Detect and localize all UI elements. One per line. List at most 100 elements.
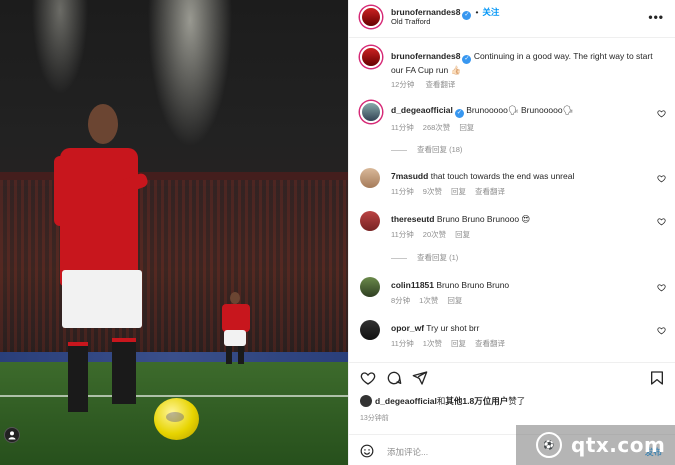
share-icon[interactable] [412,370,428,386]
view-replies-label: 查看回复 (18) [417,145,463,154]
heart-icon[interactable] [657,109,666,118]
commenter-avatar[interactable] [360,211,380,231]
commenter-username[interactable]: thereseutd [391,214,434,224]
comment-text: Bruno Bruno Brunooo 😍 [436,214,531,224]
see-translation-link[interactable]: 查看翻译 [425,80,455,89]
reply-button[interactable]: 回复 [447,296,462,305]
likes-suffix: 赞了 [508,396,526,406]
comment-likes[interactable]: 1次赞 [423,339,442,348]
commenter-avatar[interactable] [360,168,380,188]
see-translation-link[interactable]: 查看翻译 [475,187,505,196]
comment-likes[interactable]: 268次赞 [423,123,451,132]
heart-icon[interactable] [360,370,376,386]
view-replies-label: 查看回复 (1) [417,253,459,262]
separator-dot: • [475,7,479,17]
verified-icon: ✓ [454,109,464,118]
likes-others[interactable]: 其他1.8万位用户 [445,396,508,406]
comment-text-row: 7masudd that touch towards the end was u… [391,170,648,182]
liker-username[interactable]: d_degeaofficial [375,396,437,406]
liker-avatar [360,395,372,407]
comment-icon[interactable] [386,370,402,386]
comment-likes[interactable]: 9次赞 [423,187,442,196]
likes-summary[interactable]: d_degeaofficial和其他1.8万位用户赞了 [360,395,525,407]
caption-meta: 12分钟 查看翻译 [391,79,464,90]
caption-avatar[interactable] [360,46,382,68]
commenter-avatar[interactable] [360,277,380,297]
follow-button[interactable]: 关注 [482,7,499,17]
user-tag-icon[interactable] [4,427,20,443]
site-watermark: ⚽ qtx.com [516,425,675,465]
author-avatar[interactable] [360,6,382,28]
pitch-line [0,395,348,397]
comment-time: 8分钟 [391,296,411,305]
commenter-avatar[interactable] [360,320,380,340]
verified-icon: ✓ [462,55,472,64]
post-timestamp: 13分钟前 [360,415,389,422]
more-options-icon[interactable]: ••• [648,10,664,24]
post-sidebar: brunofernandes8 ✓ • 关注 Old Trafford ••• bru… [348,0,675,465]
heart-icon[interactable] [657,326,666,335]
verified-icon: ✓ [462,11,472,20]
comment-time: 11分钟 [391,187,414,196]
comment-time: 11分钟 [391,339,414,348]
football [154,398,199,440]
heart-icon[interactable] [657,217,666,226]
bg-player-shirt [222,304,250,332]
caption-username[interactable]: brunofernandes8 [391,51,460,61]
watermark-logo-icon: ⚽ [536,432,562,458]
commenter-username[interactable]: colin11851 [391,280,434,290]
reply-button[interactable]: 回复 [451,187,466,196]
comment-text-row: opor_wf Try ur shot brr [391,322,648,334]
comment-text-row: colin11851 Bruno Bruno Bruno [391,279,648,291]
post-header: brunofernandes8 ✓ • 关注 Old Trafford ••• [349,0,675,38]
action-bar [349,362,675,392]
bookmark-icon[interactable] [649,370,665,386]
commenter-username[interactable]: opor_wf [391,323,424,333]
author-username[interactable]: brunofernandes8 [391,7,460,17]
player-right-sock [112,338,136,404]
comment-meta: 11分钟 1次赞 回复 查看翻译 [391,338,514,349]
comment-input[interactable]: 添加评论... [387,446,428,458]
player-shirt [60,148,138,286]
comment-meta: 11分钟 20次赞 回复 [391,229,479,240]
see-translation-link[interactable]: 查看翻译 [475,339,505,348]
watermark-text: qtx.com [571,433,666,457]
caption-time: 12分钟 [391,80,415,89]
view-replies-button[interactable]: 查看回复 (1) [391,252,458,263]
comment-text-row: thereseutd Bruno Bruno Brunooo 😍 [391,213,648,225]
reply-button[interactable]: 回复 [455,230,470,239]
caption-text-row: brunofernandes8 ✓ Continuing in a good wa… [391,50,662,76]
emoji-icon[interactable] [360,444,374,458]
player-shorts [62,270,142,328]
reply-button[interactable]: 回复 [451,339,466,348]
comment-text: Brunooooo🗣 Brunooooo🗣 [466,105,574,115]
comment-likes[interactable]: 20次赞 [423,230,446,239]
bg-player-sock-left [226,346,232,364]
heart-icon[interactable] [657,174,666,183]
player-left-arm [54,156,68,226]
comment-meta: 8分钟 1次赞 回复 [391,295,471,306]
commenter-username[interactable]: 7masudd [391,171,428,181]
comment-meta: 11分钟 268次赞 回复 [391,122,483,133]
crowd [0,180,348,360]
location-link[interactable]: Old Trafford [391,17,430,26]
advertising-board [0,352,348,362]
comment-text: Try ur shot brr [426,323,480,333]
comment-time: 11分钟 [391,230,414,239]
bg-player-head [230,292,240,304]
reply-button[interactable]: 回复 [459,123,474,132]
post-photo[interactable] [0,0,348,465]
player-head [88,104,118,144]
comment-text: that touch towards the end was unreal [430,171,575,181]
bg-player-shorts [224,330,246,346]
bg-player-sock-right [238,346,244,364]
heart-icon[interactable] [657,283,666,292]
commenter-username[interactable]: d_degeaofficial [391,105,453,115]
commenter-avatar[interactable] [360,101,382,123]
player-left-sock [68,342,88,412]
replies-rule [391,149,407,151]
comment-meta: 11分钟 9次赞 回复 查看翻译 [391,186,514,197]
view-replies-button[interactable]: 查看回复 (18) [391,144,462,155]
comment-text-row: d_degeaofficial ✓ Brunooooo🗣 Brunooooo🗣 [391,104,648,118]
comment-likes[interactable]: 1次赞 [419,296,438,305]
